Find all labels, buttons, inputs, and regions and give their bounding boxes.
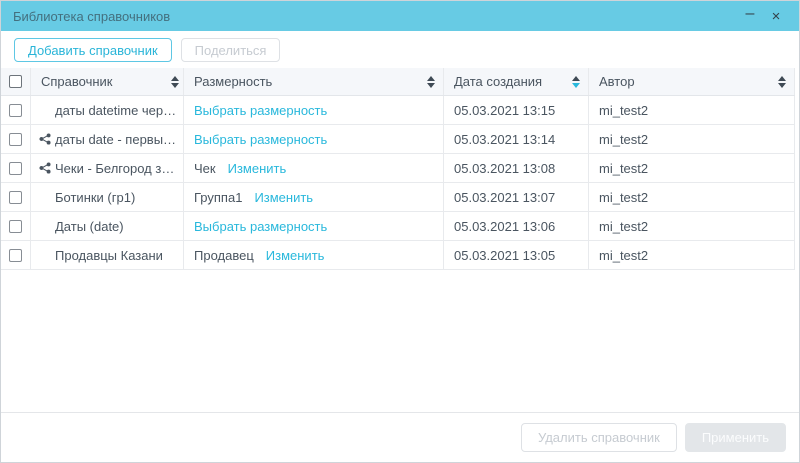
table-row[interactable]: Чеки - Белгород за но... Чек Изменить 05…: [1, 154, 795, 183]
dimension-link[interactable]: Изменить: [254, 190, 313, 205]
dimension-link[interactable]: Изменить: [228, 161, 287, 176]
column-header-created[interactable]: Дата создания: [444, 68, 589, 95]
shared-icon: [37, 190, 52, 204]
column-header-dimension[interactable]: Размерность: [184, 68, 444, 95]
dimension-link[interactable]: Выбрать размерность: [194, 132, 327, 147]
row-select-cell: [1, 241, 31, 269]
author-cell: mi_test2: [589, 154, 795, 182]
table-row[interactable]: даты datetime через т... Выбрать размерн…: [1, 96, 795, 125]
column-header-author[interactable]: Автор: [589, 68, 795, 95]
column-header-dictionary[interactable]: Справочник: [31, 68, 184, 95]
sort-icon[interactable]: [427, 76, 435, 88]
dictionary-name: Продавцы Казани: [55, 248, 163, 263]
dimension-cell: Чек Изменить: [184, 154, 444, 182]
apply-button[interactable]: Применить: [685, 423, 786, 452]
column-label: Размерность: [194, 74, 423, 89]
shared-icon: [37, 103, 52, 117]
sort-icon[interactable]: [171, 76, 179, 88]
dictionary-name: Даты (date): [55, 219, 124, 234]
author-cell: mi_test2: [589, 96, 795, 124]
dimension-cell: Продавец Изменить: [184, 241, 444, 269]
created-cell: 05.03.2021 13:05: [444, 241, 589, 269]
dictionary-name: Чеки - Белгород за но...: [55, 161, 179, 176]
created-cell: 05.03.2021 13:07: [444, 183, 589, 211]
created-cell: 05.03.2021 13:08: [444, 154, 589, 182]
author-cell: mi_test2: [589, 212, 795, 240]
share-button[interactable]: Поделиться: [181, 38, 281, 62]
shared-icon: [37, 161, 52, 175]
dictionary-name: даты date - первые дв...: [55, 132, 179, 147]
dictionary-name: Ботинки (гр1): [55, 190, 135, 205]
row-select-cell: [1, 183, 31, 211]
select-all-cell: [1, 68, 31, 95]
column-label: Справочник: [41, 74, 167, 89]
author-cell: mi_test2: [589, 183, 795, 211]
select-all-checkbox[interactable]: [9, 75, 22, 88]
dictionary-name-cell: даты date - первые дв...: [31, 125, 184, 153]
table-row[interactable]: даты date - первые дв... Выбрать размерн…: [1, 125, 795, 154]
footer: Удалить справочник Применить: [1, 412, 799, 462]
dimension-cell: Выбрать размерность: [184, 125, 444, 153]
dimension-name: Продавец: [194, 248, 254, 263]
close-icon[interactable]: ×: [763, 3, 789, 29]
toolbar: Добавить справочник Поделиться: [1, 31, 799, 62]
row-select-cell: [1, 125, 31, 153]
row-checkbox[interactable]: [9, 220, 22, 233]
dictionary-name-cell: Продавцы Казани: [31, 241, 184, 269]
row-checkbox[interactable]: [9, 104, 22, 117]
dimension-link[interactable]: Выбрать размерность: [194, 103, 327, 118]
table-row[interactable]: Продавцы Казани Продавец Изменить 05.03.…: [1, 241, 795, 270]
shared-icon: [37, 219, 52, 233]
created-cell: 05.03.2021 13:06: [444, 212, 589, 240]
created-cell: 05.03.2021 13:14: [444, 125, 589, 153]
row-checkbox[interactable]: [9, 162, 22, 175]
dictionaries-table: Справочник Размерность Дата создания Авт…: [1, 68, 795, 270]
table-header: Справочник Размерность Дата создания Авт…: [1, 68, 795, 96]
row-checkbox[interactable]: [9, 191, 22, 204]
dictionary-name-cell: Чеки - Белгород за но...: [31, 154, 184, 182]
table-body: даты datetime через т... Выбрать размерн…: [1, 96, 795, 270]
sort-icon[interactable]: [778, 76, 786, 88]
row-select-cell: [1, 154, 31, 182]
row-select-cell: [1, 96, 31, 124]
dictionary-library-dialog: Библиотека справочников – × Добавить спр…: [0, 0, 800, 463]
table-row[interactable]: Даты (date) Выбрать размерность 05.03.20…: [1, 212, 795, 241]
titlebar: Библиотека справочников – ×: [1, 1, 799, 31]
dimension-link[interactable]: Выбрать размерность: [194, 219, 327, 234]
dialog-title: Библиотека справочников: [13, 9, 737, 24]
created-cell: 05.03.2021 13:15: [444, 96, 589, 124]
sort-icon[interactable]: [572, 76, 580, 88]
column-label: Дата создания: [454, 74, 568, 89]
minimize-icon[interactable]: –: [737, 3, 763, 29]
row-select-cell: [1, 212, 31, 240]
shared-icon: [37, 132, 52, 146]
author-cell: mi_test2: [589, 241, 795, 269]
table-row[interactable]: Ботинки (гр1) Группа1 Изменить 05.03.202…: [1, 183, 795, 212]
dictionary-name-cell: даты datetime через т...: [31, 96, 184, 124]
dimension-link[interactable]: Изменить: [266, 248, 325, 263]
dimension-cell: Выбрать размерность: [184, 212, 444, 240]
dictionary-name-cell: Даты (date): [31, 212, 184, 240]
dimension-cell: Группа1 Изменить: [184, 183, 444, 211]
column-label: Автор: [599, 74, 774, 89]
dictionary-name-cell: Ботинки (гр1): [31, 183, 184, 211]
dictionary-name: даты datetime через т...: [55, 103, 179, 118]
dimension-cell: Выбрать размерность: [184, 96, 444, 124]
add-dictionary-button[interactable]: Добавить справочник: [14, 38, 172, 62]
author-cell: mi_test2: [589, 125, 795, 153]
row-checkbox[interactable]: [9, 249, 22, 262]
row-checkbox[interactable]: [9, 133, 22, 146]
shared-icon: [37, 248, 52, 262]
delete-dictionary-button[interactable]: Удалить справочник: [521, 423, 677, 452]
dimension-name: Чек: [194, 161, 216, 176]
dimension-name: Группа1: [194, 190, 242, 205]
